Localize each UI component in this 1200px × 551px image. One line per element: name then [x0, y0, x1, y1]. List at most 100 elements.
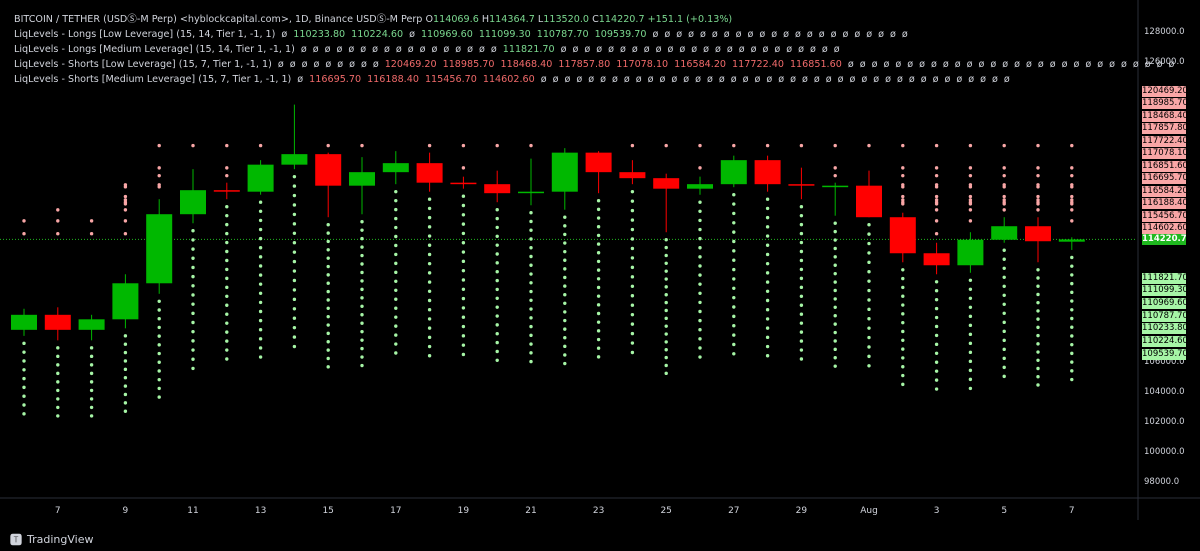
- short-liq-dot: [1002, 143, 1006, 148]
- indicator-value: ø: [289, 59, 296, 70]
- long-liq-dot: [1002, 320, 1006, 325]
- long-liq-dot: [529, 254, 533, 259]
- long-liq-dot: [529, 263, 533, 267]
- price-tick-label: 126000.0: [1144, 57, 1185, 68]
- long-liq-dot: [1036, 350, 1040, 354]
- short-liq-dot: [1002, 166, 1006, 170]
- indicator-value: ø: [560, 44, 567, 55]
- long-liq-dot: [563, 344, 567, 349]
- long-liq-dot: [258, 273, 263, 277]
- indicator-value: ø: [873, 74, 880, 85]
- long-liq-dot: [461, 296, 466, 301]
- long-liq-dot: [191, 256, 195, 260]
- long-liq-dot: [732, 286, 736, 290]
- long-level-tag: 110233.80: [1142, 323, 1188, 335]
- long-liq-dot: [461, 334, 466, 338]
- candle-body: [518, 191, 544, 194]
- long-liq-dot: [157, 299, 161, 303]
- short-liq-dot: [529, 143, 533, 148]
- long-liq-dot: [968, 314, 973, 319]
- long-liq-dot: [461, 315, 466, 319]
- long-liq-dot: [630, 265, 635, 270]
- indicator-value: ø: [1061, 59, 1068, 70]
- long-liq-dot: [326, 239, 330, 244]
- indicator-value: 115456.70: [424, 74, 477, 85]
- long-liq-dot: [495, 270, 499, 274]
- long-liq-dot: [630, 199, 635, 203]
- indicator-value: ø: [813, 74, 820, 85]
- long-liq-dot: [563, 275, 567, 280]
- indicator-value: ø: [647, 74, 654, 85]
- indicator-row[interactable]: LiqLevels - Shorts [Medium Leverage] (15…: [14, 72, 1174, 87]
- short-level-tag: 117078.10: [1142, 148, 1188, 159]
- long-liq-dot: [732, 267, 736, 272]
- long-liq-dot: [461, 203, 466, 208]
- long-liq-dot: [1002, 338, 1006, 343]
- long-liq-dot: [664, 300, 668, 305]
- tradingview-logo[interactable]: 🆃 TradingView: [10, 531, 93, 548]
- indicator-value: ø: [786, 44, 793, 55]
- indicator-value: ø: [861, 74, 868, 85]
- time-tick-label: Aug: [860, 506, 878, 516]
- long-liq-dot: [596, 311, 601, 316]
- indicator-value: ø: [325, 59, 332, 70]
- long-liq-dot: [596, 268, 601, 272]
- long-liq-dot: [1002, 293, 1006, 297]
- indicator-value: ø: [608, 44, 615, 55]
- indicator-value: ø: [576, 74, 583, 85]
- indicator-value: ø: [631, 44, 638, 55]
- long-liq-dot: [664, 238, 668, 242]
- long-liq-dot: [833, 297, 837, 301]
- short-liq-dot: [765, 143, 770, 148]
- indicator-value: ø: [655, 44, 662, 55]
- long-liq-dot: [394, 270, 398, 275]
- indicator-value: ø: [667, 44, 674, 55]
- time-tick-label: 5: [1001, 506, 1008, 516]
- long-liq-dot: [630, 275, 635, 279]
- candle-body: [247, 164, 274, 192]
- time-tick-label: 15: [322, 506, 334, 516]
- short-liq-dot: [1070, 202, 1074, 206]
- indicator-value: ø: [980, 74, 986, 85]
- long-liq-dot: [225, 258, 229, 263]
- long-liq-dot: [258, 218, 263, 223]
- indicator-value: ø: [1109, 59, 1115, 70]
- long-liq-dot: [394, 198, 398, 203]
- indicator-value: 116188.40: [367, 74, 419, 85]
- short-liq-dot: [1002, 173, 1006, 178]
- long-liq-dot: [292, 250, 297, 254]
- indicator-value: ø: [348, 44, 355, 55]
- long-liq-dot: [901, 320, 905, 325]
- short-liq-dot: [968, 202, 973, 206]
- long-liq-dot: [461, 231, 466, 236]
- short-liq-dot: [225, 143, 229, 148]
- indicator-value: ø: [700, 29, 706, 40]
- long-liq-dot: [901, 347, 905, 351]
- long-liq-dot: [563, 258, 567, 262]
- short-liq-dot: [1070, 185, 1074, 189]
- long-liq-dot: [225, 303, 229, 307]
- long-liq-dot: [1070, 273, 1074, 277]
- short-liq-dot: [326, 143, 330, 148]
- indicator-value: ø: [588, 74, 595, 85]
- long-liq-dot: [664, 245, 668, 250]
- long-liq-dot: [56, 380, 60, 384]
- indicator-value: ø: [866, 29, 873, 40]
- long-liq-dot: [1070, 351, 1074, 356]
- indicator-value: ø: [679, 44, 686, 55]
- long-liq-dot: [799, 205, 804, 209]
- indicator-row[interactable]: LiqLevels - Shorts [Low Leverage] (15, 7…: [14, 57, 1174, 72]
- long-liq-dot: [1036, 358, 1040, 362]
- long-liq-dot: [732, 324, 736, 328]
- short-liq-dot: [833, 173, 837, 178]
- time-tick-label: 19: [457, 506, 470, 516]
- long-liq-dot: [867, 307, 871, 312]
- long-liq-dot: [258, 318, 263, 323]
- long-liq-dot: [563, 310, 567, 314]
- long-liq-dot: [1036, 284, 1040, 288]
- indicator-row[interactable]: LiqLevels - Longs [Medium Leverage] (15,…: [14, 42, 1174, 57]
- long-liq-dot: [1070, 264, 1074, 268]
- indicator-row[interactable]: LiqLevels - Longs [Low Leverage] (15, 14…: [14, 27, 1174, 42]
- long-liq-dot: [1036, 300, 1040, 305]
- long-liq-dot: [934, 280, 939, 284]
